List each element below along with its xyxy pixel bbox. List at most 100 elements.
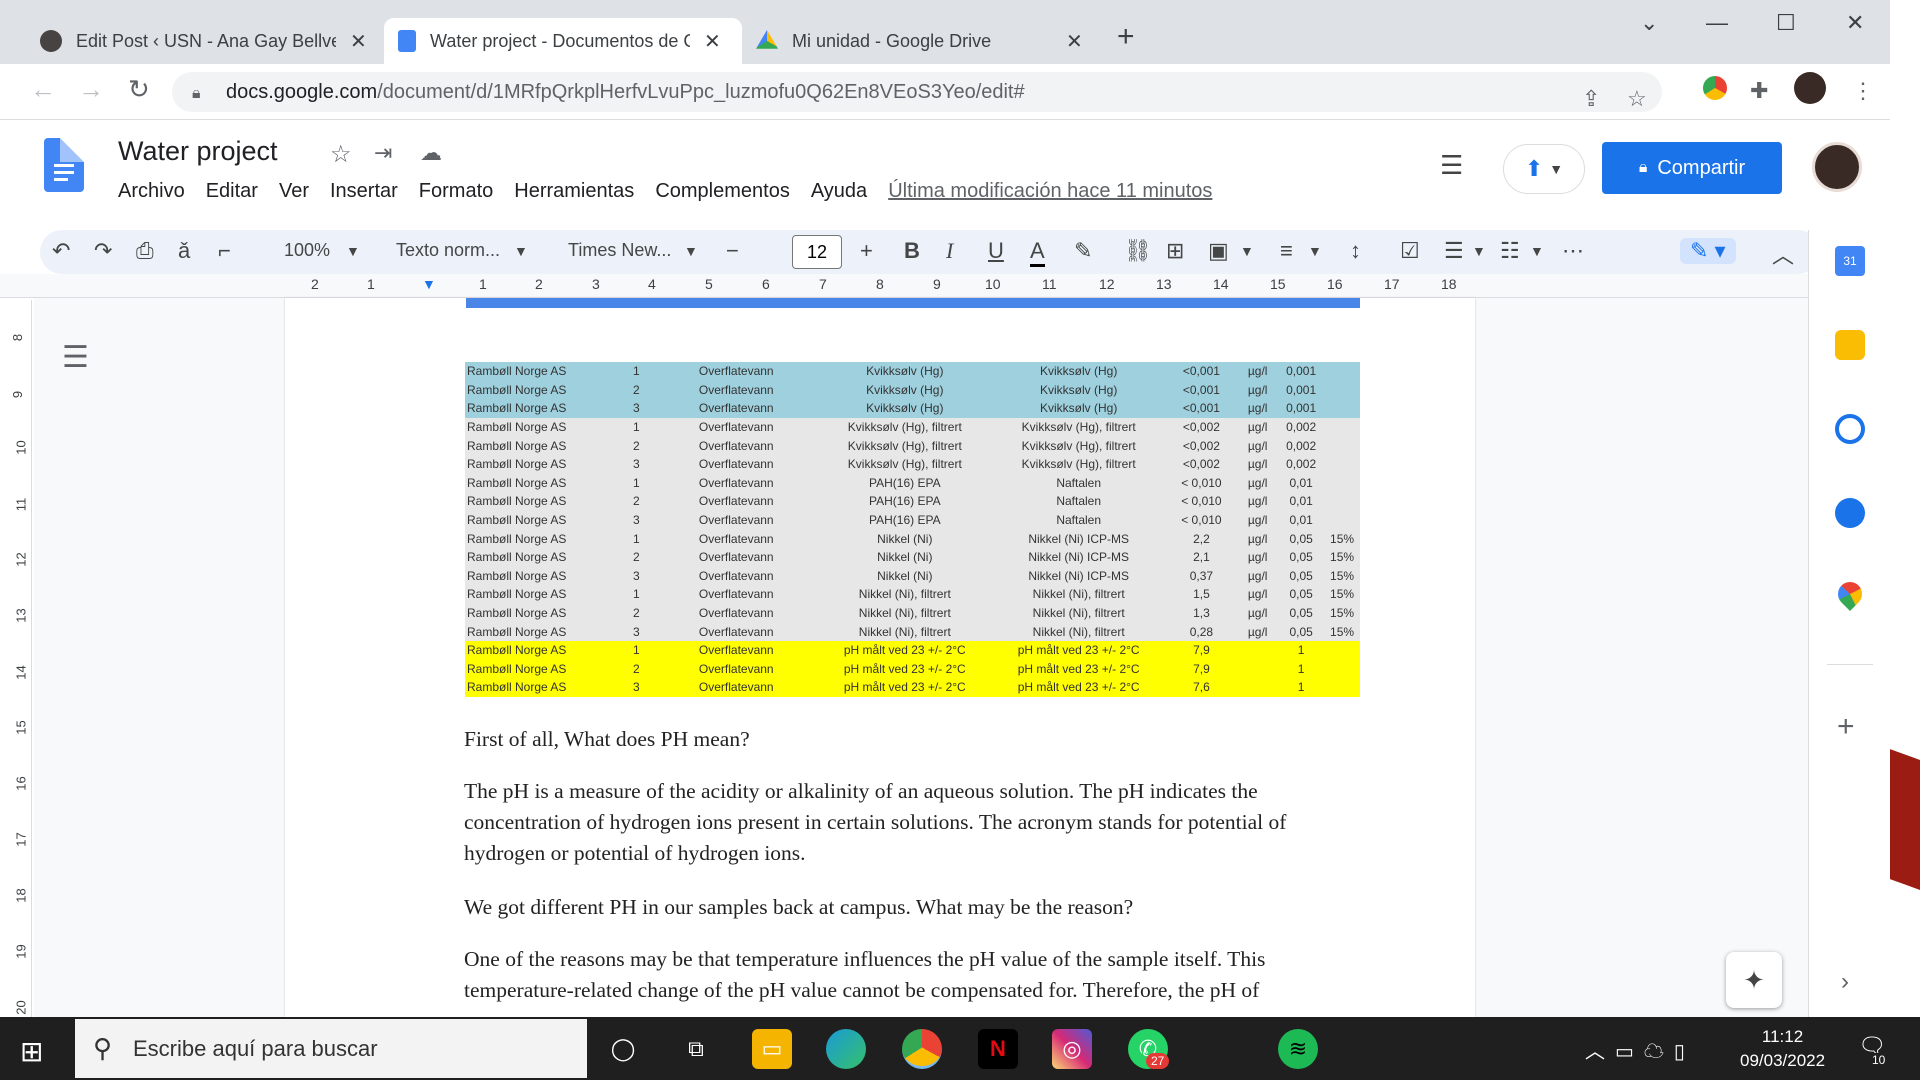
forward-icon[interactable]: →	[78, 74, 104, 105]
extensions-puzzle-icon[interactable]: ✚	[1750, 78, 1768, 104]
menu-complementos[interactable]: Complementos	[655, 180, 790, 203]
insert-image-icon[interactable]: ▣	[1208, 238, 1229, 264]
chevron-down-icon[interactable]: ▼	[1308, 243, 1322, 259]
maximize-button[interactable]: ☐	[1776, 10, 1796, 36]
numbered-list-icon[interactable]: ☷	[1500, 238, 1520, 264]
last-modified-link[interactable]: Última modificación hace 11 minutos	[888, 180, 1212, 203]
edge-icon[interactable]	[826, 1029, 866, 1069]
chevron-down-icon[interactable]: ▼	[514, 243, 528, 259]
account-avatar[interactable]	[1812, 142, 1862, 192]
document-page[interactable]: Rambøll Norge AS 1 Overflatevann Kvikksølv …	[285, 298, 1475, 1017]
reload-icon[interactable]: ↻	[128, 74, 150, 105]
add-comment-icon[interactable]: ⊞	[1166, 238, 1184, 264]
bookmark-star-icon[interactable]: ☆	[1627, 86, 1647, 112]
print-icon[interactable]: ⎙	[136, 238, 154, 264]
paragraph[interactable]: First of all, What does PH mean?	[464, 724, 1364, 755]
chevron-right-icon[interactable]: ›	[1841, 968, 1849, 996]
tab-water-project[interactable]: Water project - Documentos de Google ✕	[384, 18, 742, 64]
highlight-icon[interactable]: ✎	[1074, 238, 1092, 264]
spellcheck-icon[interactable]: ǎ	[178, 238, 190, 264]
tab-edit-post[interactable]: Edit Post ‹ USN - Ana Gay Bellver ✕	[26, 18, 384, 64]
chevron-down-icon[interactable]: ▼	[1472, 243, 1486, 259]
present-button[interactable]: ⬆ ▼	[1503, 144, 1585, 194]
share-button[interactable]: 🔒︎ Compartir	[1602, 142, 1782, 194]
address-bar[interactable]: 🔒︎ docs.google.com/document/d/1MRfpQrkpl…	[172, 72, 1662, 112]
menu-ayuda[interactable]: Ayuda	[811, 180, 867, 203]
undo-icon[interactable]: ↶	[52, 238, 70, 264]
task-view-icon[interactable]: ⧉	[676, 1029, 716, 1069]
star-icon[interactable]: ☆	[330, 140, 352, 169]
indent-marker-icon[interactable]: ▼	[422, 276, 436, 292]
add-addon-icon[interactable]: +	[1837, 710, 1855, 744]
chrome-icon[interactable]	[902, 1029, 942, 1069]
increase-font-icon[interactable]: +	[860, 238, 873, 264]
font-size-input[interactable]: 12	[792, 235, 842, 269]
extension-icon[interactable]	[1703, 76, 1727, 100]
chevron-down-icon[interactable]: ▼	[1240, 243, 1254, 259]
paragraph[interactable]: We got different PH in our samples back …	[464, 892, 1364, 923]
windows-start-icon[interactable]: ⊞	[20, 1035, 43, 1068]
chevron-down-icon[interactable]: ▼	[684, 243, 698, 259]
underline-icon[interactable]: U	[988, 238, 1004, 264]
spotify-icon[interactable]: ≋	[1278, 1029, 1318, 1069]
close-icon[interactable]: ✕	[1066, 29, 1083, 54]
minimize-button[interactable]: —	[1706, 10, 1728, 36]
explore-button[interactable]: ✦	[1726, 952, 1782, 1008]
keep-icon[interactable]	[1835, 330, 1865, 360]
menu-ver[interactable]: Ver	[279, 180, 309, 203]
font-select[interactable]: Times New...	[568, 240, 671, 261]
close-icon[interactable]: ✕	[704, 29, 721, 54]
close-icon[interactable]: ✕	[350, 29, 367, 54]
chevron-down-icon[interactable]: ▼	[1530, 243, 1544, 259]
chevron-down-icon[interactable]: ▼	[346, 243, 360, 259]
close-window-button[interactable]: ✕	[1846, 10, 1864, 36]
profile-avatar[interactable]	[1794, 72, 1826, 104]
tasks-icon[interactable]	[1835, 414, 1865, 444]
tab-google-drive[interactable]: Mi unidad - Google Drive ✕	[742, 18, 1100, 64]
cortana-icon[interactable]: ◯	[603, 1029, 643, 1069]
align-icon[interactable]: ≡	[1280, 238, 1293, 264]
paragraph[interactable]: One of the reasons may be that temperatu…	[464, 944, 1364, 1006]
menu-herramientas[interactable]: Herramientas	[514, 180, 634, 203]
zoom-select[interactable]: 100%	[284, 240, 330, 261]
new-tab-button[interactable]: +	[1117, 20, 1135, 54]
menu-editar[interactable]: Editar	[206, 180, 258, 203]
link-icon[interactable]: ⛓	[1124, 238, 1152, 264]
move-folder-icon[interactable]: ⇥	[374, 140, 392, 166]
menu-formato[interactable]: Formato	[419, 180, 493, 203]
taskbar-search-box[interactable]: ⚲ Escribe aquí para buscar	[75, 1019, 587, 1078]
system-tray-icons[interactable]: ︿▭☁▯	[1585, 1035, 1695, 1064]
document-title[interactable]: Water project	[118, 136, 278, 167]
line-spacing-icon[interactable]: ↕	[1350, 238, 1361, 264]
italic-icon[interactable]: I	[946, 238, 953, 264]
menu-archivo[interactable]: Archivo	[118, 180, 185, 203]
menu-insertar[interactable]: Insertar	[330, 180, 398, 203]
paragraph[interactable]: The pH is a measure of the acidity or al…	[464, 776, 1364, 869]
cloud-status-icon[interactable]: ☁	[420, 140, 442, 166]
taskbar-clock[interactable]: 11:12 09/03/2022	[1740, 1025, 1825, 1073]
browser-menu-icon[interactable]: ⋮	[1852, 78, 1874, 104]
file-explorer-icon[interactable]: ▭	[752, 1029, 792, 1069]
decrease-font-icon[interactable]: −	[726, 238, 739, 264]
outline-icon[interactable]: ☰	[62, 340, 89, 375]
netflix-icon[interactable]: N	[978, 1029, 1018, 1069]
share-page-icon[interactable]: ⇪	[1582, 86, 1600, 112]
bold-icon[interactable]: B	[904, 238, 920, 264]
tab-search-icon[interactable]: ⌄	[1640, 10, 1658, 36]
checklist-icon[interactable]: ☑	[1400, 238, 1420, 264]
redo-icon[interactable]: ↷	[94, 238, 112, 264]
text-color-icon[interactable]: A	[1030, 238, 1045, 267]
bulleted-list-icon[interactable]: ☰	[1444, 238, 1464, 264]
editing-mode-icon[interactable]: ✎ ▾	[1680, 238, 1736, 264]
calendar-icon[interactable]: 31	[1835, 246, 1865, 276]
google-docs-logo[interactable]	[44, 138, 84, 192]
style-select[interactable]: Texto norm...	[396, 240, 500, 261]
back-icon[interactable]: ←	[30, 74, 56, 105]
paint-format-icon[interactable]: ⌐	[218, 238, 231, 264]
maps-icon[interactable]	[1833, 577, 1867, 611]
comment-history-icon[interactable]: ☰	[1440, 150, 1463, 181]
contacts-icon[interactable]	[1835, 498, 1865, 528]
collapse-menus-icon[interactable]: ︿	[1772, 238, 1794, 270]
more-options-icon[interactable]: ⋯	[1562, 238, 1584, 264]
instagram-icon[interactable]: ◎	[1052, 1029, 1092, 1069]
